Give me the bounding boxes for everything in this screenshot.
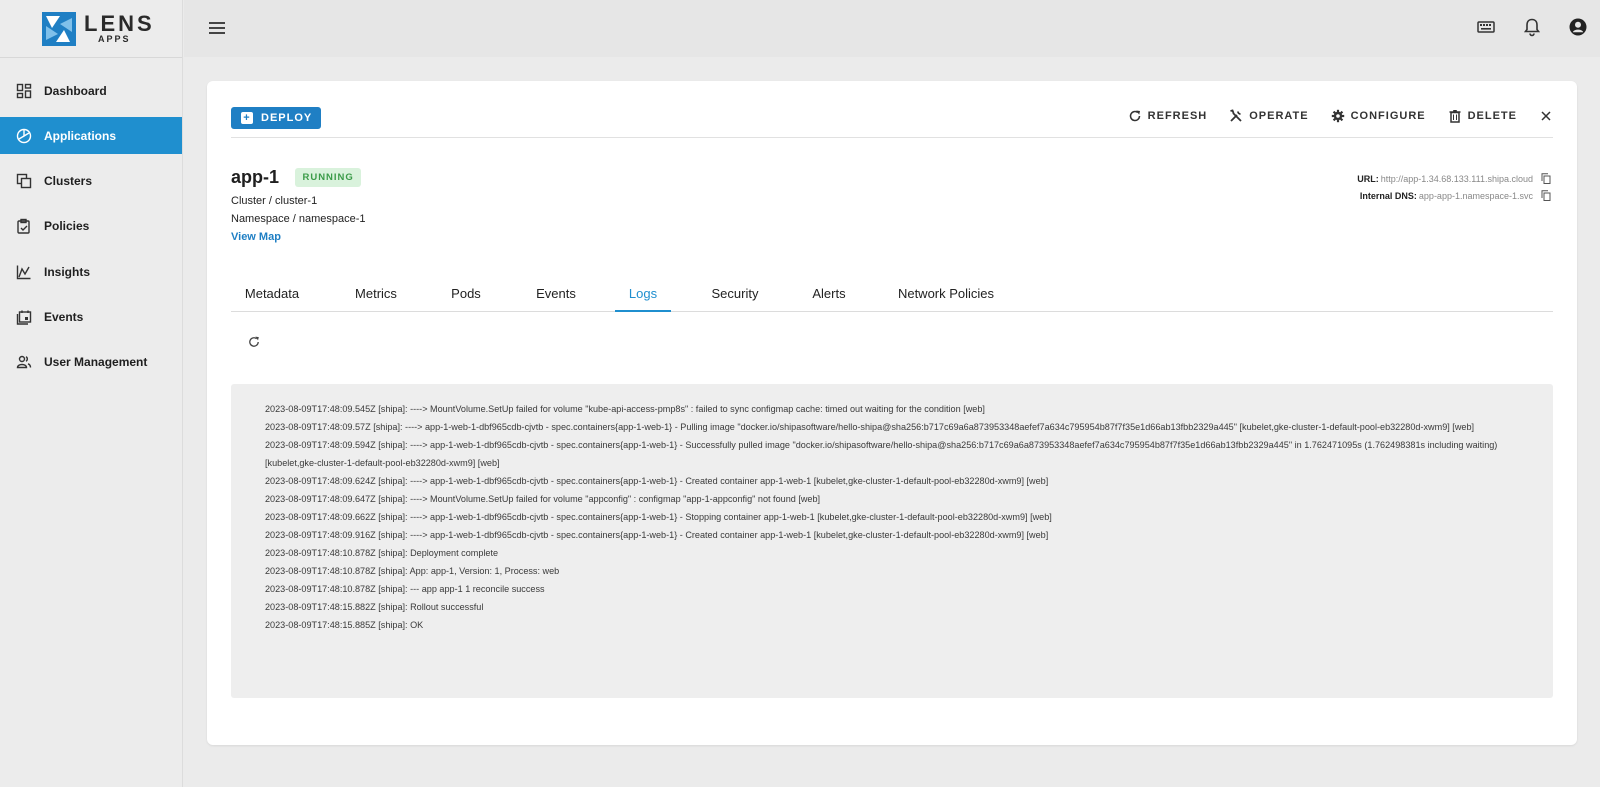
dns-label: Internal DNS: <box>1359 190 1417 201</box>
app-detail-card: + DEPLOY REFRESH OPERATE CONFIGURE DELET… <box>207 81 1577 745</box>
log-line: 2023-08-09T17:48:10.878Z [shipa]: App: a… <box>265 566 560 576</box>
tab-metrics[interactable]: Metrics <box>341 277 411 312</box>
refresh-icon <box>1129 110 1140 122</box>
tabs: Metadata Metrics Pods Events Logs Securi… <box>231 277 1553 312</box>
sidebar-item-dashboard[interactable]: Dashboard <box>0 72 182 109</box>
log-line: 2023-08-09T17:48:10.878Z [shipa]: --- ap… <box>265 584 545 594</box>
deploy-button-label: DEPLOY <box>261 112 313 124</box>
sidebar: LENS APPS Dashboard Applications Cluster… <box>0 0 183 787</box>
configure-button[interactable]: CONFIGURE <box>1331 109 1426 123</box>
close-icon[interactable] <box>1539 109 1553 123</box>
cluster-text: Cluster / cluster-1 <box>231 195 318 207</box>
copy-dns-icon[interactable] <box>1541 190 1551 201</box>
tab-alerts[interactable]: Alerts <box>803 277 855 312</box>
logo[interactable]: LENS APPS <box>0 0 182 58</box>
sidebar-item-events[interactable]: Events <box>0 298 182 335</box>
dns-value[interactable]: app-app-1.namespace-1.svc <box>1419 191 1533 201</box>
sidebar-item-label: User Management <box>44 355 148 370</box>
url-label: URL: <box>1357 173 1379 184</box>
namespace-text: Namespace / namespace-1 <box>231 213 366 225</box>
log-line: 2023-08-09T17:48:15.885Z [shipa]: OK <box>265 620 424 630</box>
refresh-button[interactable]: REFRESH <box>1128 109 1208 123</box>
logo-sub-text: APPS <box>98 34 131 44</box>
app-header: app-1 RUNNING Cluster / cluster-1 Namesp… <box>231 167 366 245</box>
lens-logo-icon <box>42 11 76 46</box>
operate-button-label: OPERATE <box>1249 110 1309 122</box>
sidebar-item-label: Insights <box>44 264 91 279</box>
log-line: 2023-08-09T17:48:09.662Z [shipa]: ----> … <box>265 512 1052 522</box>
applications-icon <box>16 128 32 144</box>
bell-icon[interactable] <box>1522 17 1542 37</box>
url-value[interactable]: http://app-1.34.68.133.111.shipa.cloud <box>1381 174 1533 184</box>
sidebar-item-label: Events <box>44 309 84 324</box>
copy-url-icon[interactable] <box>1541 173 1551 184</box>
sidebar-item-label: Policies <box>44 219 90 234</box>
status-badge: RUNNING <box>295 168 361 187</box>
log-line: 2023-08-09T17:48:09.916Z [shipa]: ----> … <box>265 530 1049 540</box>
log-line: 2023-08-09T17:48:10.878Z [shipa]: Deploy… <box>265 548 499 558</box>
sidebar-item-user-management[interactable]: User Management <box>0 344 182 381</box>
log-line: 2023-08-09T17:48:09.57Z [shipa]: ----> a… <box>265 422 1475 432</box>
trash-icon <box>1449 110 1461 123</box>
sidebar-item-label: Dashboard <box>44 83 107 98</box>
sidebar-item-insights[interactable]: Insights <box>0 253 182 290</box>
sidebar-item-applications[interactable]: Applications <box>0 117 182 155</box>
deploy-button[interactable]: + DEPLOY <box>231 107 322 129</box>
clusters-icon <box>16 173 32 189</box>
refresh-button-label: REFRESH <box>1147 110 1208 122</box>
log-line: 2023-08-09T17:48:09.624Z [shipa]: ----> … <box>265 476 1049 486</box>
account-icon[interactable] <box>1568 17 1588 37</box>
tab-metadata[interactable]: Metadata <box>231 277 313 312</box>
tools-icon <box>1230 109 1242 122</box>
sidebar-item-label: Clusters <box>44 174 93 189</box>
log-line: 2023-08-09T17:48:09.594Z [shipa]: ----> … <box>265 440 1498 468</box>
sidebar-nav: Dashboard Applications Clusters Policies… <box>0 72 182 381</box>
logo-main-text: LENS <box>84 11 155 36</box>
refresh-logs-icon[interactable] <box>247 335 261 349</box>
tab-network-policies[interactable]: Network Policies <box>887 277 1005 312</box>
sidebar-item-label: Applications <box>44 128 117 143</box>
keyboard-icon[interactable] <box>1476 17 1496 37</box>
dashboard-icon <box>16 83 32 99</box>
user-management-icon <box>16 354 32 370</box>
insights-icon <box>16 264 32 280</box>
sidebar-item-clusters[interactable]: Clusters <box>0 163 182 200</box>
view-map-link[interactable]: View Map <box>231 231 281 243</box>
configure-button-label: CONFIGURE <box>1350 110 1426 122</box>
operate-button[interactable]: OPERATE <box>1229 109 1308 123</box>
plus-icon: + <box>241 112 253 124</box>
log-line: 2023-08-09T17:48:09.545Z [shipa]: ----> … <box>265 404 985 414</box>
gear-icon <box>1331 109 1344 123</box>
tab-pods[interactable]: Pods <box>441 277 491 312</box>
tab-security[interactable]: Security <box>702 277 768 312</box>
tab-events[interactable]: Events <box>526 277 586 312</box>
delete-button[interactable]: DELETE <box>1448 109 1517 123</box>
log-line: 2023-08-09T17:48:09.647Z [shipa]: ----> … <box>265 494 821 504</box>
events-icon <box>16 309 32 325</box>
tab-logs[interactable]: Logs <box>615 277 671 312</box>
policies-icon <box>16 218 32 235</box>
delete-button-label: DELETE <box>1467 110 1517 122</box>
logs-list: 2023-08-09T17:48:09.545Z [shipa]: ----> … <box>265 400 1529 634</box>
url-block: URL: http://app-1.34.68.133.111.shipa.cl… <box>1357 173 1551 207</box>
topbar <box>184 0 1600 57</box>
sidebar-item-policies[interactable]: Policies <box>0 208 182 245</box>
logs-panel[interactable]: 2023-08-09T17:48:09.545Z [shipa]: ----> … <box>231 384 1553 698</box>
app-name: app-1 <box>231 167 280 187</box>
toolbar: + DEPLOY REFRESH OPERATE CONFIGURE DELET… <box>231 107 1553 138</box>
log-line: 2023-08-09T17:48:15.882Z [shipa]: Rollou… <box>265 602 484 612</box>
menu-icon[interactable] <box>208 20 226 36</box>
